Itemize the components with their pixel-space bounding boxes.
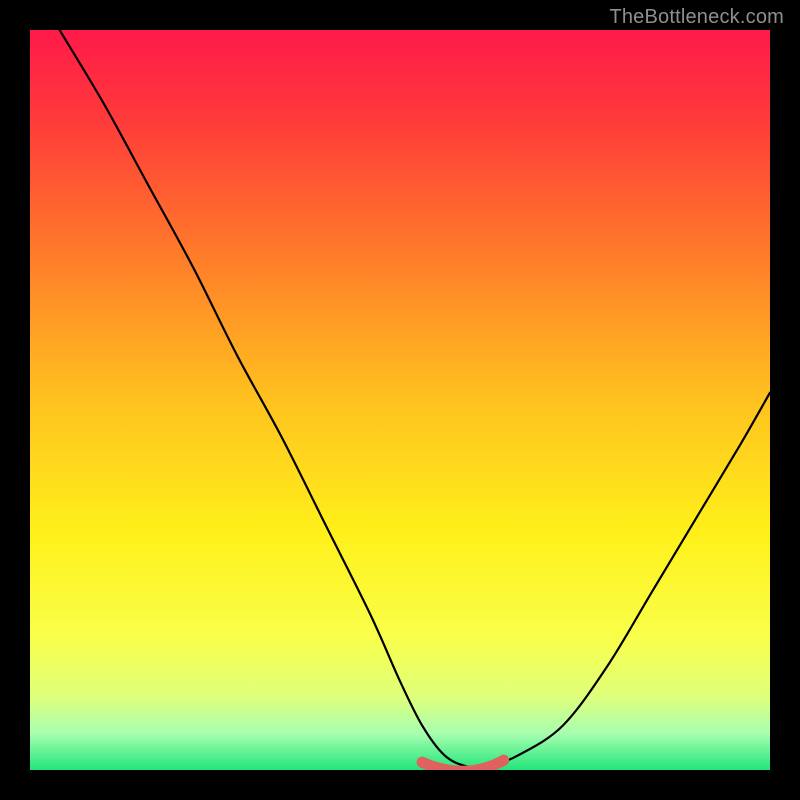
plot-area: [30, 30, 770, 770]
optimal-range-start-dot: [417, 757, 428, 768]
chart-frame: TheBottleneck.com: [0, 0, 800, 800]
gradient-background: [30, 30, 770, 770]
watermark-text: TheBottleneck.com: [609, 6, 784, 29]
chart-svg: [30, 30, 770, 770]
optimal-range-end-dot: [498, 755, 509, 766]
